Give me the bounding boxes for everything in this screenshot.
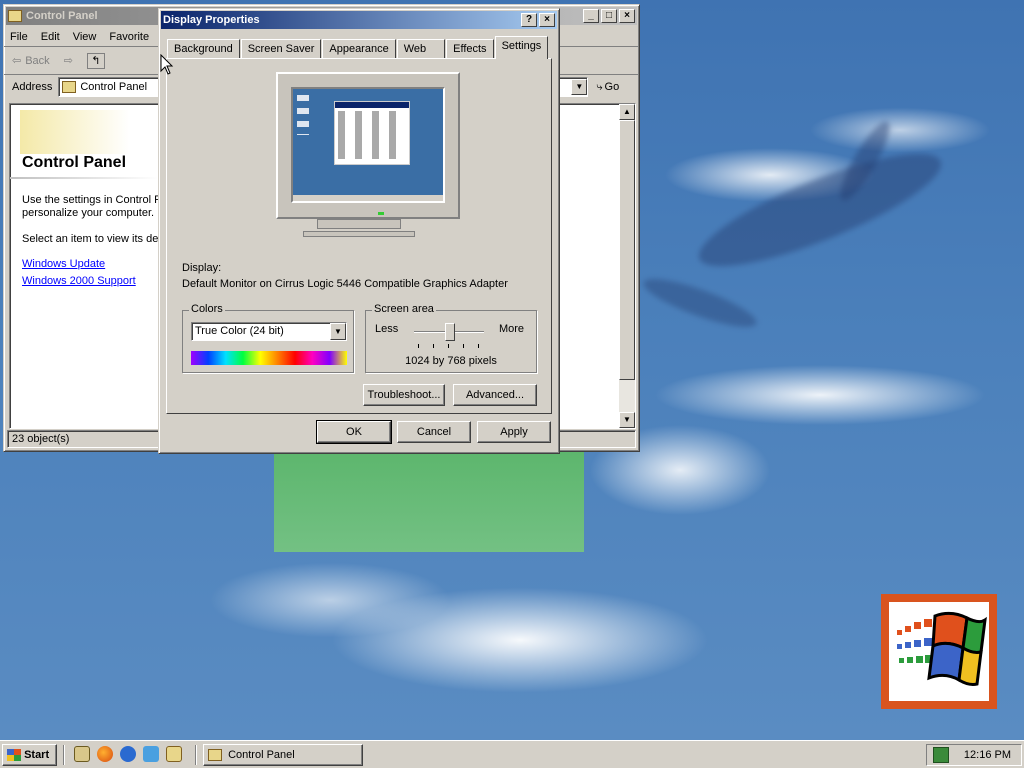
control-panel-heading: Control Panel — [22, 154, 127, 171]
cancel-button[interactable]: Cancel — [397, 421, 471, 443]
go-arrow-icon[interactable]: ⤷ — [596, 81, 602, 94]
network-icon[interactable] — [933, 747, 949, 763]
ghost-window-artifact — [274, 452, 584, 552]
tab-web[interactable]: Web — [396, 39, 446, 59]
control-panel-icon — [208, 749, 222, 762]
tab-settings[interactable]: Settings — [494, 36, 549, 59]
taskbar-button-control-panel[interactable]: Control Panel — [203, 744, 363, 766]
more-label: More — [498, 323, 524, 335]
screen-area-slider-thumb[interactable] — [445, 323, 455, 341]
address-value: Control Panel — [80, 81, 148, 93]
colors-selected-value: True Color (24 bit) — [195, 325, 284, 337]
tab-appearance[interactable]: Appearance — [322, 39, 396, 59]
windows-update-link[interactable]: Windows Update — [22, 258, 105, 270]
explorer-icon[interactable] — [166, 746, 182, 762]
taskbar-separator — [195, 745, 197, 765]
description-line-3: Select an item to view its des — [22, 233, 164, 245]
less-label: Less — [375, 323, 399, 335]
wallpaper-silhouette-leg — [639, 270, 761, 336]
tab-effects[interactable]: Effects — [446, 39, 494, 59]
quicklaunch-separator — [63, 745, 65, 765]
slider-ticks — [418, 344, 482, 348]
settings-panel: Display: Default Monitor on Cirrus Logic… — [166, 58, 552, 414]
dropdown-arrow-icon[interactable]: ▼ — [571, 79, 588, 95]
maximize-button[interactable]: □ — [601, 9, 617, 23]
display-properties-dialog[interactable]: Display Properties ? × Background Screen… — [158, 8, 560, 454]
firefox-icon[interactable] — [97, 746, 113, 762]
description-line-1: Use the settings in Control P — [22, 194, 162, 206]
scroll-thumb[interactable] — [619, 120, 635, 380]
monitor-stand — [317, 219, 401, 229]
wallpaper-silhouette — [688, 133, 952, 287]
close-button[interactable]: × — [619, 9, 635, 23]
mini-taskbar — [293, 195, 443, 201]
vertical-scrollbar[interactable]: ▲ ▼ — [619, 104, 635, 428]
description-line-2: personalize your computer. — [22, 207, 155, 219]
colors-select[interactable]: True Color (24 bit) ▼ — [191, 322, 347, 341]
menu-favorites[interactable]: Favorite — [109, 31, 149, 43]
resolution-value: 1024 by 768 pixels — [405, 355, 497, 367]
back-button[interactable]: Back — [25, 55, 49, 67]
clock[interactable]: 12:16 PM — [964, 749, 1011, 761]
outlook-express-icon[interactable] — [143, 746, 159, 762]
menu-view[interactable]: View — [73, 31, 97, 43]
troubleshoot-button[interactable]: Troubleshoot... — [363, 384, 445, 406]
tab-screen-saver[interactable]: Screen Saver — [240, 39, 322, 59]
colors-group: Colors True Color (24 bit) ▼ — [182, 303, 354, 373]
start-windows-icon — [7, 749, 21, 762]
display-label: Display: — [182, 262, 222, 274]
monitor-base — [303, 231, 415, 237]
taskbar: Start Control Panel 12:16 PM — [0, 740, 1024, 768]
tab-strip: Background Screen Saver Appearance Web E… — [167, 36, 549, 59]
show-desktop-icon[interactable] — [74, 746, 90, 762]
tab-background[interactable]: Background — [167, 39, 240, 59]
windows-2000-support-link[interactable]: Windows 2000 Support — [22, 275, 136, 287]
screen-area-group: Screen area Less More 1024 by 768 pixels — [365, 303, 537, 373]
address-label: Address — [12, 81, 53, 93]
mini-window — [334, 101, 410, 165]
control-panel-banner-icon — [20, 110, 130, 154]
advanced-button[interactable]: Advanced... — [453, 384, 537, 406]
menu-file[interactable]: File — [10, 31, 28, 43]
object-count: 23 object(s) — [12, 433, 70, 445]
apply-button[interactable]: Apply — [477, 421, 551, 443]
forward-arrow-icon[interactable]: ⇨ — [64, 54, 73, 67]
screen-area-group-label: Screen area — [372, 303, 436, 315]
up-folder-icon[interactable]: ↰ — [86, 52, 105, 69]
display-adapter-value: Default Monitor on Cirrus Logic 5446 Com… — [182, 278, 508, 290]
window-title: Control Panel — [26, 10, 98, 22]
windows-logo-icon — [881, 594, 997, 709]
back-arrow-icon[interactable]: ⇦ — [12, 54, 21, 67]
control-panel-icon — [62, 81, 77, 93]
system-tray: 12:16 PM — [926, 744, 1022, 766]
monitor-screen — [291, 87, 445, 203]
mouse-cursor-icon — [160, 54, 174, 75]
folder-icon — [8, 10, 22, 22]
ok-button[interactable]: OK — [316, 420, 392, 444]
monitor-preview — [276, 72, 460, 219]
help-button[interactable]: ? — [521, 13, 537, 27]
minimize-button[interactable]: _ — [583, 9, 599, 23]
go-button[interactable]: Go — [605, 81, 620, 93]
start-button[interactable]: Start — [2, 744, 57, 766]
heading-divider — [10, 177, 158, 179]
display-properties-titlebar[interactable]: Display Properties ? × — [161, 11, 557, 29]
colors-group-label: Colors — [189, 303, 225, 315]
scroll-down-button[interactable]: ▼ — [619, 412, 635, 428]
menu-edit[interactable]: Edit — [41, 31, 60, 43]
close-button[interactable]: × — [539, 13, 555, 27]
start-label: Start — [24, 749, 50, 761]
mini-desktop-icons — [297, 95, 309, 135]
internet-explorer-icon[interactable] — [120, 746, 136, 762]
dialog-title: Display Properties — [163, 14, 260, 26]
scroll-up-button[interactable]: ▲ — [619, 104, 635, 120]
dropdown-arrow-icon[interactable]: ▼ — [330, 323, 346, 340]
monitor-power-led — [378, 212, 384, 215]
taskbar-button-label: Control Panel — [228, 749, 295, 761]
color-spectrum-bar — [191, 351, 347, 365]
